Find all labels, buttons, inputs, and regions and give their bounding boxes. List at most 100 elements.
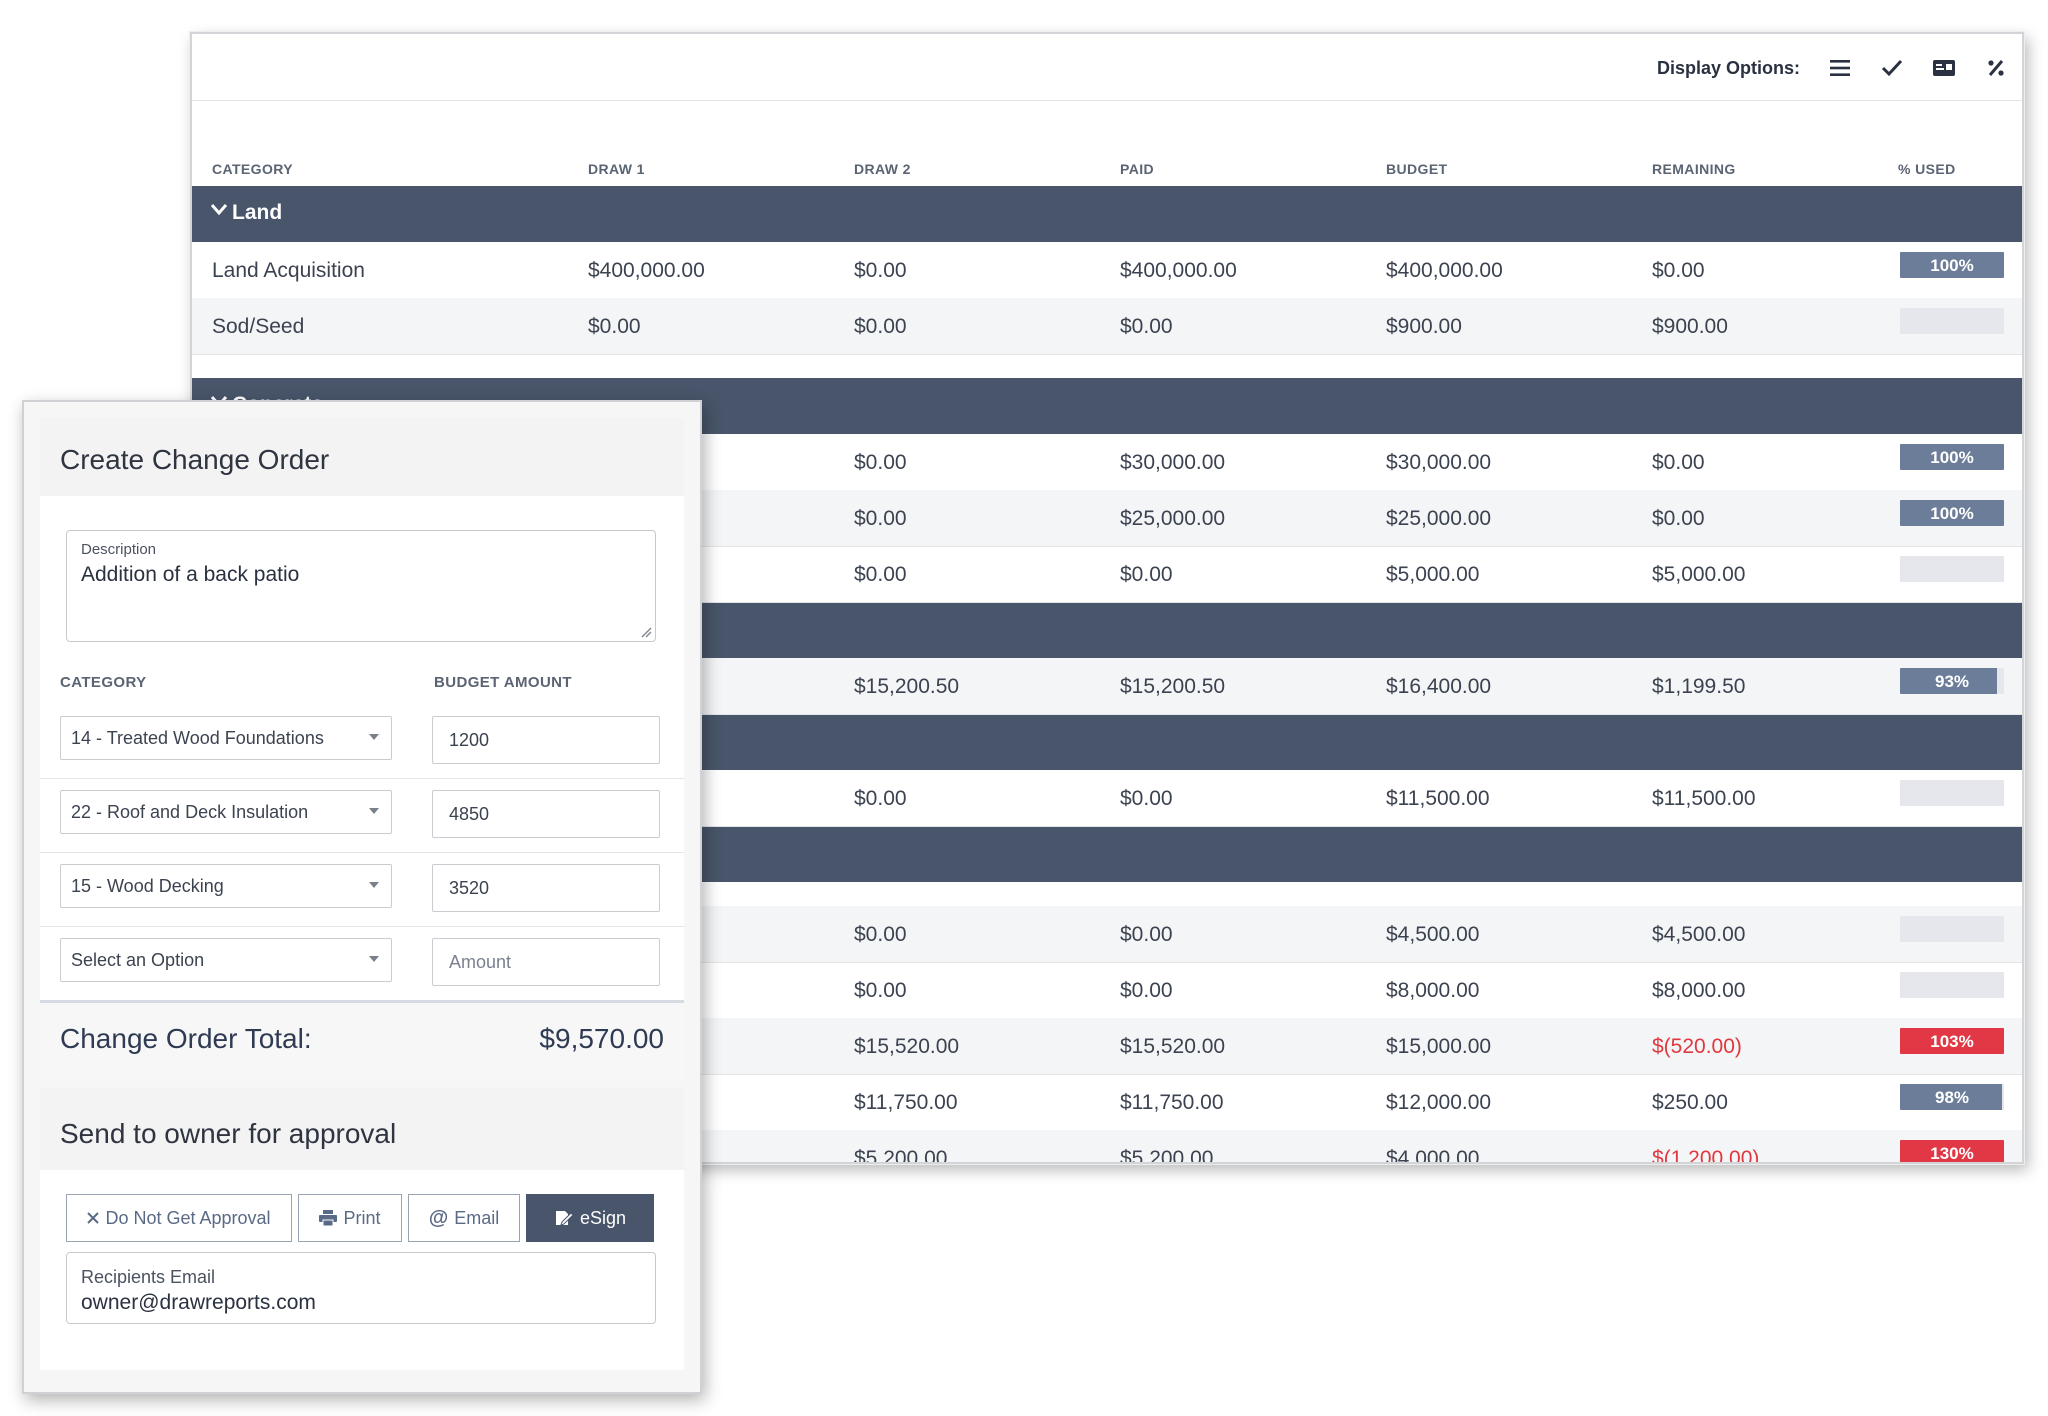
category-select[interactable]: 22 - Roof and Deck Insulation [60,790,392,834]
percent-used-bar: 98% [1900,1084,2004,1110]
close-icon [87,1212,100,1224]
approval-section: Do Not Get Approval Print @ Email eSign … [40,1170,684,1370]
esign-label: eSign [579,1207,627,1228]
recipients-email-label: Recipients Email [81,1267,216,1287]
cell-category: Land Acquisition [212,259,365,282]
percent-used-bar [1900,916,2004,942]
cell-draw2: $0.00 [854,979,907,1002]
column-header-draw1: DRAW 1 [588,161,645,177]
cell-draw2: $0.00 [854,507,907,530]
cell-draw2: $5,200.00 [854,1147,948,1164]
cell-draw2: $0.00 [854,923,907,946]
category-select[interactable]: 14 - Treated Wood Foundations [60,716,392,760]
budget-amount-input[interactable] [432,790,660,838]
percent-used-bar: 103% [1900,1028,2004,1054]
cell-budget: $5,000.00 [1386,563,1480,586]
change-order-total-label: Change Order Total: [60,1023,312,1054]
print-label: Print [343,1207,381,1228]
at-icon: @ [428,1206,449,1229]
cell-budget: $25,000.00 [1386,507,1492,530]
budget-amount-input[interactable] [432,864,660,912]
cell-remaining: $4,500.00 [1652,923,1746,946]
change-order-line: 22 - Roof and Deck Insulation [40,778,684,853]
percent-used-label: 98% [1934,1088,1970,1107]
description-value[interactable]: Addition of a back patio [81,563,299,587]
cell-budget: $30,000.00 [1386,451,1492,474]
column-header-category: CATEGORY [212,161,293,177]
cell-remaining: $5,000.00 [1652,563,1746,586]
budget-amount-input[interactable] [432,938,660,986]
change-order-panel: Create Change Order Description Addition… [22,400,702,1394]
column-header-remaining: REMAINING [1652,161,1736,177]
check-icon [1881,59,1903,77]
cell-paid: $15,520.00 [1120,1035,1226,1058]
budget-amount-input[interactable] [432,716,660,764]
cell-draw1: $400,000.00 [588,259,705,282]
percent-used-label: 100% [1930,504,1974,523]
category-group-name: Land [232,201,283,224]
cell-paid: $30,000.00 [1120,451,1226,474]
category-select[interactable]: Select an Option [60,938,392,982]
table-row[interactable]: Land Acquisition $400,000.00 $0.00 $400,000… [192,242,2022,299]
print-icon [319,1210,338,1226]
cell-remaining: $1,199.50 [1652,675,1746,698]
percent-used-bar [1900,308,2004,334]
email-label: Email [454,1207,500,1228]
display-options-toolbar: Display Options: [192,34,2022,101]
change-order-total-row: Change Order Total: $9,570.00 [40,1000,684,1081]
percent-used-bar: 93% [1900,668,2004,694]
card-view-button[interactable] [1924,50,1964,86]
percent-used-bar [1900,556,2004,582]
esign-icon [555,1211,574,1226]
do-not-get-approval-button[interactable]: Do Not Get Approval [66,1194,292,1242]
cell-paid: $25,000.00 [1120,507,1226,530]
category-select-value: 14 - Treated Wood Foundations [71,728,324,748]
check-view-button[interactable] [1872,50,1912,86]
card-icon [1933,60,1955,76]
resize-handle-icon[interactable] [640,626,652,638]
cell-draw2: $0.00 [854,451,907,474]
description-label: Description [81,541,157,558]
cell-draw2: $0.00 [854,787,907,810]
print-button[interactable]: Print [298,1194,402,1242]
cell-draw2: $0.00 [854,315,907,338]
cell-draw2: $0.00 [854,259,907,282]
cell-budget: $4,000.00 [1386,1147,1480,1164]
chevron-down-icon[interactable] [210,202,228,216]
description-field[interactable]: Description Addition of a back patio [66,530,656,642]
cell-remaining: $(1,200.00) [1652,1147,1760,1164]
do-not-get-approval-label: Do Not Get Approval [105,1207,271,1228]
cell-draw2: $11,750.00 [854,1091,958,1114]
category-group-header[interactable]: Land [192,186,2022,242]
cell-remaining: $11,500.00 [1652,787,1756,810]
cell-budget: $400,000.00 [1386,259,1503,282]
esign-button[interactable]: eSign [526,1194,654,1242]
cell-budget: $11,500.00 [1386,787,1490,810]
list-view-button[interactable] [1820,50,1860,86]
cell-paid: $0.00 [1120,979,1173,1002]
category-select-value: Select an Option [71,950,205,970]
cell-paid: $0.00 [1120,923,1173,946]
percent-used-bar: 100% [1900,252,2004,278]
email-button[interactable]: @ Email [408,1194,520,1242]
cell-remaining: $0.00 [1652,507,1705,530]
table-row[interactable]: Sod/Seed $0.00 $0.00 $0.00 $900.00 $900.00 [192,298,2022,355]
percent-view-button[interactable] [1976,50,2016,86]
percent-used-bar [1900,780,2004,806]
cell-remaining: $0.00 [1652,259,1705,282]
change-order-line: Select an Option [40,926,684,1001]
column-header-draw2: DRAW 2 [854,161,911,177]
recipients-email-value[interactable]: owner@drawreports.com [81,1291,316,1315]
caret-down-icon [369,808,379,814]
cell-budget: $4,500.00 [1386,923,1480,946]
cell-remaining: $8,000.00 [1652,979,1746,1002]
column-header-paid: PAID [1120,161,1155,177]
recipients-email-field[interactable]: Recipients Email owner@drawreports.com [66,1252,656,1324]
percent-used-bar: 130% [1900,1140,2004,1162]
cell-paid: $15,200.50 [1120,675,1226,698]
cell-paid: $0.00 [1120,563,1173,586]
category-select-value: 15 - Wood Decking [71,876,224,896]
cell-budget: $900.00 [1386,315,1462,338]
category-select[interactable]: 15 - Wood Decking [60,864,392,908]
cell-remaining: $900.00 [1652,315,1728,338]
